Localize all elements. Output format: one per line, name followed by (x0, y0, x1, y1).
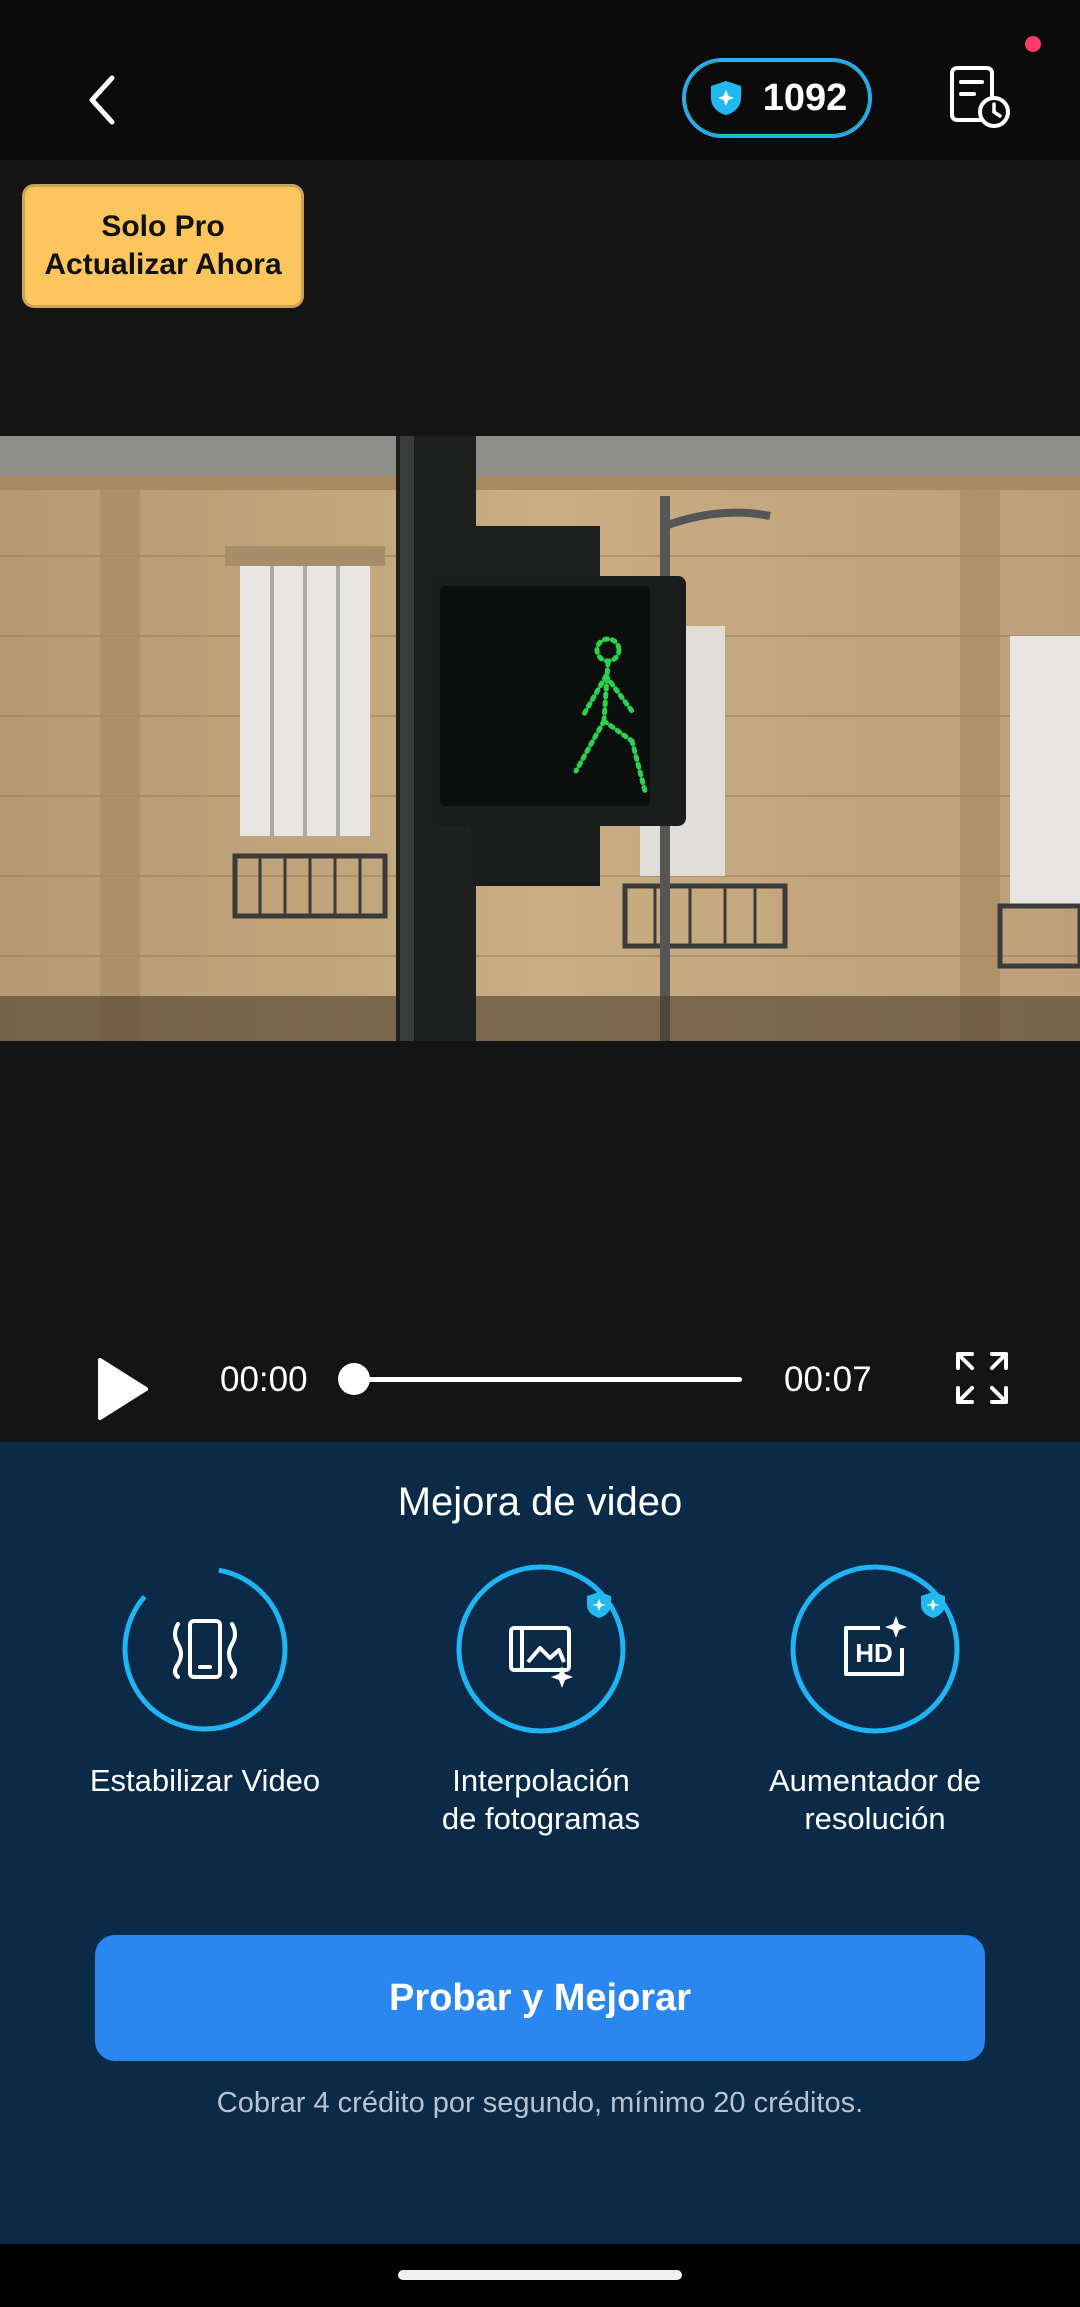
pro-shield-badge-icon (921, 1592, 945, 1618)
feature-label-line1: Aumentador de (769, 1763, 981, 1798)
video-frame-image (0, 436, 1080, 1041)
panel-title: Mejora de video (397, 1480, 683, 1524)
enhancement-panel (0, 1442, 1080, 2244)
pro-badge-line1: Solo Pro (101, 210, 225, 243)
pro-upgrade-badge[interactable]: Solo Pro Actualizar Ahora (22, 184, 304, 308)
stabilize-icon (173, 1619, 237, 1679)
feature-label-line2: de fotogramas (441, 1801, 641, 1836)
svg-text:HD: HD (855, 1638, 893, 1668)
video-preview[interactable] (0, 436, 1080, 1041)
fullscreen-icon (956, 1352, 1008, 1404)
credit-shield-icon (710, 81, 741, 115)
back-button[interactable] (72, 60, 132, 140)
credits-balance[interactable]: 1092 (682, 58, 872, 138)
fullscreen-button[interactable] (954, 1350, 1010, 1406)
feature-label-line1: Interpolación (452, 1763, 630, 1798)
seek-bar[interactable] (354, 1377, 742, 1382)
feature-resolution-upscaler[interactable]: HD Aumentador de resolución (725, 1564, 1025, 1838)
feature-stabilize-video[interactable]: Estabilizar Video (55, 1564, 355, 1800)
feature-ring (120, 1564, 290, 1734)
play-button[interactable] (92, 1354, 152, 1424)
feature-label-line2: resolución (804, 1801, 946, 1836)
history-list-icon (950, 66, 1010, 128)
pro-shield-badge-icon (587, 1592, 611, 1618)
notification-dot (1025, 36, 1041, 52)
history-button[interactable] (944, 62, 1014, 132)
hd-upscale-icon: HD (844, 1616, 907, 1676)
frame-interpolation-icon (509, 1626, 571, 1672)
try-and-enhance-button[interactable]: Probar y Mejorar (95, 1935, 985, 2061)
feature-frame-interpolation[interactable]: Interpolación de fotogramas (391, 1564, 691, 1838)
credit-cost-note: Cobrar 4 crédito por segundo, mínimo 20 … (216, 2087, 864, 2119)
feature-label: Estabilizar Video (89, 1763, 321, 1798)
current-time: 00:00 (220, 1360, 308, 1399)
feature-ring (456, 1564, 626, 1734)
pro-badge-line2: Actualizar Ahora (44, 248, 282, 281)
player-controls: 00:00 00:07 (0, 1340, 1080, 1440)
credits-count: 1092 (762, 76, 848, 119)
chevron-left-icon (89, 75, 115, 125)
feature-ring: HD (790, 1564, 960, 1734)
play-icon (98, 1358, 148, 1420)
duration-time: 00:07 (784, 1360, 872, 1399)
seek-handle[interactable] (338, 1363, 370, 1395)
home-indicator[interactable] (398, 2270, 682, 2280)
top-bar (0, 0, 1080, 160)
